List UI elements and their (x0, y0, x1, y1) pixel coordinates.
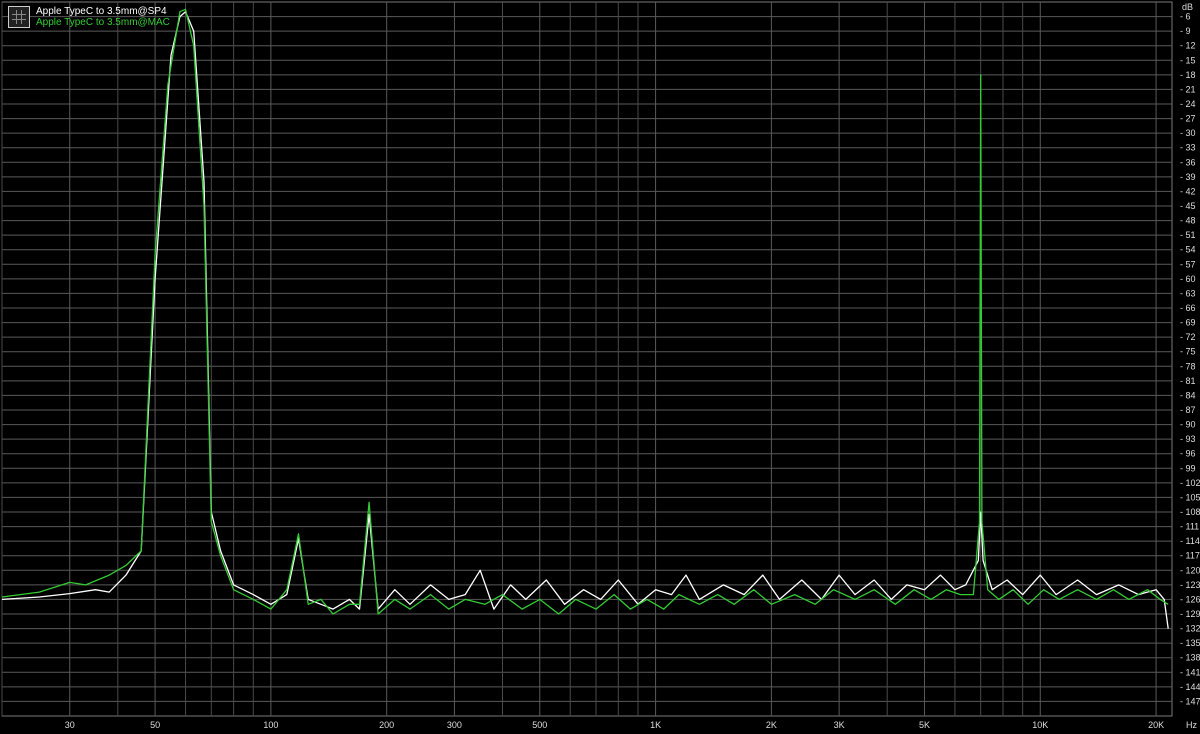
y-tick-label: - 141 (1180, 667, 1200, 677)
x-tick-label: 30 (65, 720, 75, 730)
grid-icon[interactable] (8, 6, 30, 28)
y-tick-label: - 39 (1180, 172, 1196, 182)
y-tick-label: - 60 (1180, 274, 1196, 284)
y-tick-label: - 54 (1180, 245, 1196, 255)
y-tick-label: - 144 (1180, 682, 1200, 692)
y-tick-label: - 27 (1180, 114, 1196, 124)
y-tick-label: - 138 (1180, 653, 1200, 663)
y-tick-label: - 147 (1180, 696, 1200, 706)
y-tick-label: - 18 (1180, 70, 1196, 80)
x-tick-label: 50 (150, 720, 160, 730)
y-tick-label: - 84 (1180, 390, 1196, 400)
y-tick-label: - 135 (1180, 638, 1200, 648)
y-tick-label: - 48 (1180, 216, 1196, 226)
y-tick-label: - 108 (1180, 507, 1200, 517)
y-unit-label: dB (1182, 2, 1193, 12)
x-tick-label: 3K (834, 720, 845, 730)
y-tick-label: - 9 (1180, 26, 1191, 36)
y-tick-label: - 72 (1180, 332, 1196, 342)
y-tick-label: - 99 (1180, 463, 1196, 473)
y-tick-label: - 63 (1180, 288, 1196, 298)
y-tick-label: - 6 (1180, 12, 1191, 22)
spectrum-chart: - 6 - 9 - 12 - 15 - 18 - 21 - 24 - 27 - 30 - 33 - … (0, 0, 1200, 734)
y-tick-label: - 111 (1180, 522, 1199, 532)
x-tick-label: 1K (650, 720, 661, 730)
y-tick-label: - 12 (1180, 41, 1196, 51)
legend-entry-sp4: Apple TypeC to 3.5mm@SP4 (36, 6, 167, 17)
y-tick-label: - 75 (1180, 347, 1196, 357)
y-tick-label: - 132 (1180, 624, 1200, 634)
y-tick-label: - 15 (1180, 55, 1196, 65)
x-tick-label: 300 (447, 720, 462, 730)
y-tick-label: - 78 (1180, 361, 1196, 371)
legend-entry-mac: Apple TypeC to 3.5mm@MAC (36, 17, 170, 28)
x-tick-label: 2K (766, 720, 777, 730)
x-tick-label: 100 (263, 720, 278, 730)
y-tick-label: - 126 (1180, 594, 1200, 604)
plot-background (0, 0, 1200, 734)
y-tick-label: - 117 (1180, 551, 1200, 561)
y-tick-label: - 114 (1180, 536, 1200, 546)
x-tick-label: 10K (1032, 720, 1048, 730)
y-tick-label: - 21 (1180, 84, 1196, 94)
y-tick-label: - 42 (1180, 186, 1196, 196)
y-tick-label: - 66 (1180, 303, 1196, 313)
y-tick-label: - 129 (1180, 609, 1200, 619)
y-tick-label: - 93 (1180, 434, 1196, 444)
y-tick-label: - 120 (1180, 565, 1200, 575)
y-tick-label: - 36 (1180, 157, 1196, 167)
y-tick-label: - 69 (1180, 318, 1196, 328)
y-tick-label: - 96 (1180, 449, 1196, 459)
y-tick-label: - 57 (1180, 259, 1196, 269)
x-unit-label: Hz (1186, 720, 1197, 730)
y-tick-label: - 51 (1180, 230, 1196, 240)
y-tick-label: - 81 (1180, 376, 1196, 386)
y-tick-label: - 30 (1180, 128, 1196, 138)
y-tick-label: - 87 (1180, 405, 1196, 415)
y-tick-label: - 105 (1180, 492, 1200, 502)
x-tick-label: 200 (379, 720, 394, 730)
x-tick-label: 20K (1148, 720, 1164, 730)
legend: Apple TypeC to 3.5mm@SP4 Apple TypeC to … (8, 6, 170, 28)
y-tick-label: - 24 (1180, 99, 1196, 109)
y-tick-label: - 123 (1180, 580, 1200, 590)
y-tick-label: - 33 (1180, 143, 1196, 153)
y-tick-label: - 90 (1180, 420, 1196, 430)
y-tick-label: - 102 (1180, 478, 1200, 488)
y-tick-label: - 45 (1180, 201, 1196, 211)
x-tick-label: 5K (919, 720, 930, 730)
x-tick-label: 500 (532, 720, 547, 730)
